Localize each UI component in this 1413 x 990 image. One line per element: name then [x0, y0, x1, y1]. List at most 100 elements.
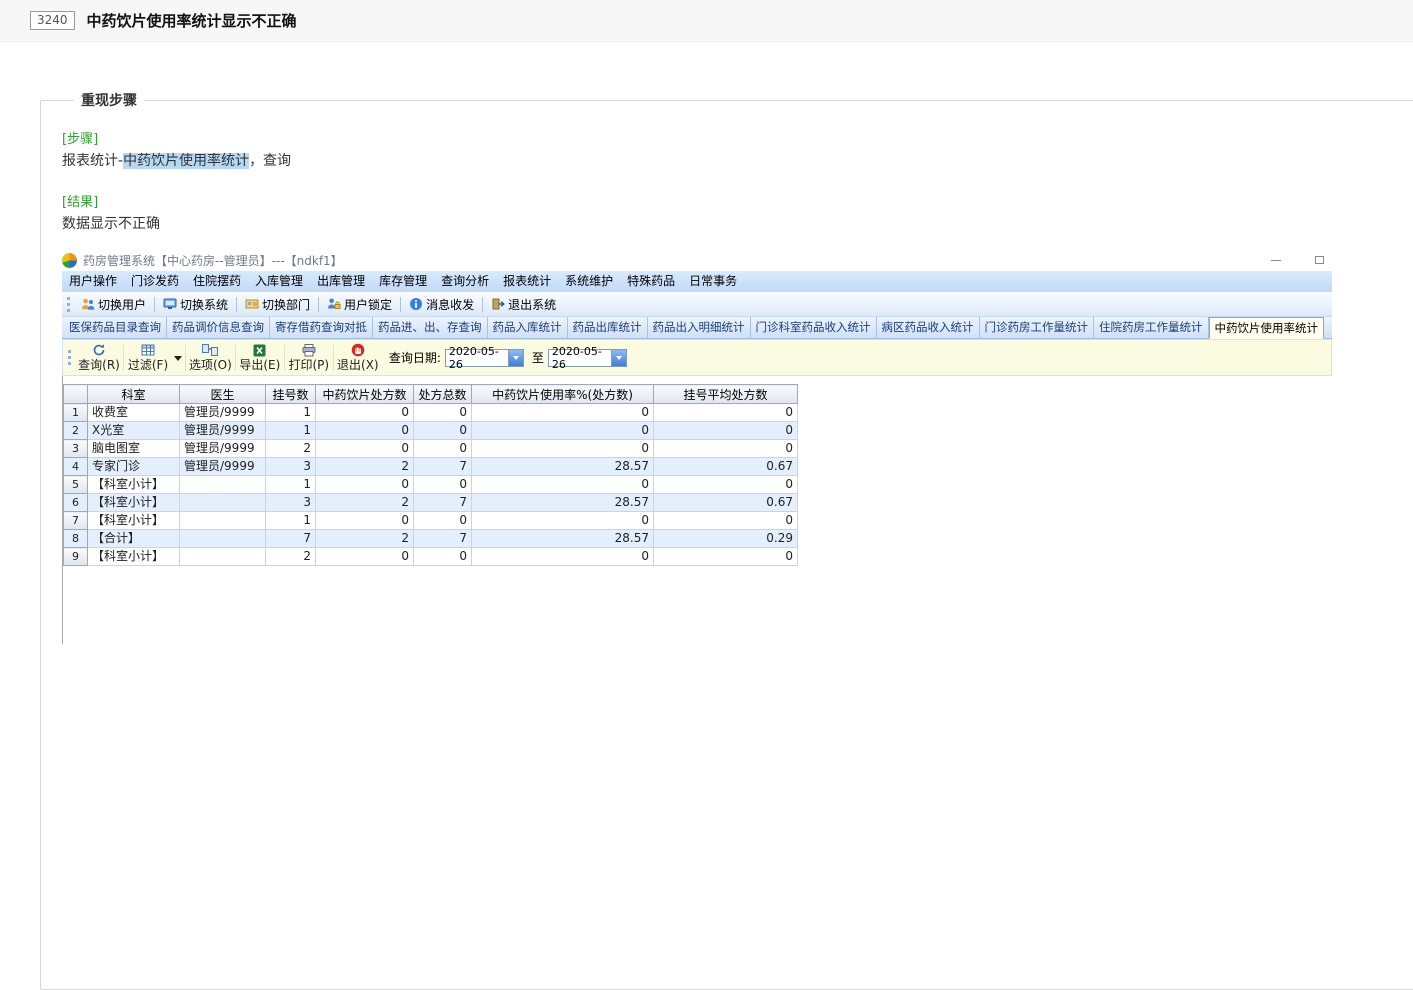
date-to-value: 2020-05-26 [551, 344, 602, 371]
value-cell: 0 [315, 439, 414, 458]
table-row[interactable]: 4 专家门诊 管理员/9999 3 2 7 28.57 0.67 [63, 457, 798, 476]
tab-item[interactable]: 门诊药房工作量统计 [980, 317, 1094, 338]
value-cell: 0 [471, 511, 654, 530]
steps-text-highlight: 中药饮片使用率统计 [123, 153, 250, 169]
main-toolbar-buttons: 切换用户 切换系统 切换部门 用户锁定 消息收发 退出系统 [75, 294, 562, 315]
maximize-icon[interactable] [1315, 256, 1324, 264]
value-cell: 0 [653, 475, 798, 494]
menu-item[interactable]: 特殊药品 [620, 271, 682, 292]
value-cell: 0 [315, 403, 414, 422]
menu-item[interactable]: 出库管理 [310, 271, 372, 292]
tab-item[interactable]: 药品入库统计 [488, 317, 568, 338]
menu-item[interactable]: 查询分析 [434, 271, 496, 292]
toolbar-button[interactable]: 切换用户 [75, 294, 152, 315]
column-header[interactable]: 科室 [87, 384, 180, 404]
dept-cell: 【科室小计】 [87, 511, 180, 530]
minimize-icon[interactable] [1271, 259, 1281, 261]
value-cell: 0.67 [653, 493, 798, 512]
table-row[interactable]: 8 【合计】 7 2 7 28.57 0.29 [63, 529, 798, 548]
menu-item[interactable]: 门诊发药 [124, 271, 186, 292]
menu-item[interactable]: 日常事务 [682, 271, 744, 292]
date-from-dropdown-icon[interactable] [507, 349, 523, 366]
sub-toolbar-separator [123, 344, 124, 371]
sub-toolbar-separator [332, 344, 334, 371]
tab-item[interactable]: 门诊科室药品收入统计 [751, 317, 877, 338]
column-header[interactable]: 挂号平均处方数 [653, 384, 798, 404]
table-row[interactable]: 2 X光室 管理员/9999 1 0 0 0 0 [63, 421, 798, 440]
dept-cell: 收费室 [87, 403, 180, 422]
value-cell: 7 [413, 457, 472, 476]
toolbar-button-label: 用户锁定 [344, 297, 393, 312]
table-row[interactable]: 5 【科室小计】 1 0 0 0 0 [63, 475, 798, 494]
value-cell: 7 [265, 529, 316, 548]
filter-grid-icon [141, 343, 155, 357]
switch-system-icon [163, 297, 177, 311]
value-cell: 0 [315, 475, 414, 494]
column-header[interactable]: 处方总数 [413, 384, 472, 404]
toolbar-button[interactable]: 切换系统 [157, 294, 234, 315]
tab-active[interactable]: 中药饮片使用率统计 [1208, 317, 1324, 339]
column-header[interactable]: 医生 [179, 384, 266, 404]
value-cell: 0 [471, 403, 654, 422]
table-row[interactable]: 1 收费室 管理员/9999 1 0 0 0 0 [63, 403, 798, 422]
sub-toolbar-separator [234, 344, 236, 371]
sub-toolbar-button-label: 退出(X) [337, 358, 379, 372]
column-header[interactable]: 挂号数 [265, 384, 316, 404]
row-number-cell: 5 [63, 475, 88, 494]
table-row[interactable]: 7 【科室小计】 1 0 0 0 0 [63, 511, 798, 530]
table-row[interactable]: 6 【科室小计】 3 2 7 28.57 0.67 [63, 493, 798, 512]
toolbar-button[interactable]: 退出系统 [485, 294, 562, 315]
table-row[interactable]: 9 【科室小计】 2 0 0 0 0 [63, 547, 798, 566]
column-header[interactable]: 中药饮片使用率%(处方数) [471, 384, 654, 404]
sub-toolbar-button[interactable]: 导出(E) [237, 341, 283, 375]
dept-cell: 脑电图室 [87, 439, 180, 458]
menu-item[interactable]: 报表统计 [496, 271, 558, 292]
toolbar-button-label: 切换部门 [262, 297, 311, 312]
tab-item[interactable]: 药品出库统计 [568, 317, 648, 338]
sub-toolbar-button[interactable]: 查询(R) [76, 341, 122, 375]
page-title: 中药饮片使用率统计显示不正确 [86, 12, 297, 30]
dept-cell: 【科室小计】 [87, 475, 180, 494]
tab-item[interactable]: 住院药房工作量统计 [1094, 317, 1209, 338]
menu-item[interactable]: 系统维护 [558, 271, 620, 292]
sub-toolbar-button[interactable]: 退出(X) [335, 341, 381, 375]
tab-item[interactable]: 药品出入明细统计 [648, 317, 751, 338]
tab-item[interactable]: 药品调价信息查询 [167, 317, 270, 338]
menu-item[interactable]: 入库管理 [248, 271, 310, 292]
value-cell: 0 [471, 475, 654, 494]
value-cell: 0 [413, 421, 472, 440]
date-from-combo[interactable]: 2020-05-26 [444, 345, 524, 371]
dept-cell: 【科室小计】 [87, 547, 180, 566]
date-to-combo[interactable]: 2020-05-26 [547, 345, 627, 371]
sub-toolbar-button[interactable]: 打印(P) [286, 341, 332, 375]
value-cell: 0 [653, 511, 798, 530]
doctor-cell [179, 475, 266, 494]
doctor-cell [179, 511, 266, 530]
menu-item[interactable]: 用户操作 [62, 271, 124, 292]
toolbar-separator [482, 296, 484, 312]
sub-toolbar-buttons: 查询(R) 过滤(F) 选项(O) 导出(E) 打印(P) 退出(X) [76, 341, 381, 375]
filter-dropdown-icon[interactable] [171, 341, 184, 375]
table-row[interactable]: 3 脑电图室 管理员/9999 2 0 0 0 0 [63, 439, 798, 458]
doctor-cell: 管理员/9999 [179, 439, 266, 458]
tab-item[interactable]: 寄存借药查询对抵 [270, 317, 373, 338]
row-number-cell: 2 [63, 421, 88, 440]
sub-toolbar-button[interactable]: 过滤(F) [125, 341, 171, 375]
toolbar-button[interactable]: 消息收发 [403, 294, 480, 315]
menu-item[interactable]: 住院摆药 [186, 271, 248, 292]
doctor-cell [179, 493, 266, 512]
sub-toolbar-button[interactable]: 选项(O) [187, 341, 234, 375]
tab-item[interactable]: 病区药品收入统计 [877, 317, 980, 338]
column-header[interactable]: 中药饮片处方数 [315, 384, 414, 404]
value-cell: 3 [265, 457, 316, 476]
menu-item[interactable]: 库存管理 [372, 271, 434, 292]
toolbar-button[interactable]: 用户锁定 [321, 294, 398, 315]
value-cell: 7 [413, 493, 472, 512]
toolbar-button[interactable]: 切换部门 [239, 294, 316, 315]
tab-item[interactable]: 医保药品目录查询 [64, 317, 167, 338]
toolbar-button-label: 消息收发 [426, 297, 475, 312]
tab-item[interactable]: 药品进、出、存查询 [373, 317, 488, 338]
app-client-area: 科室 医生 挂号数 中药饮片处方数 处方总数 中药饮片使用率%(处方数) 挂号平均处方数 1… [62, 376, 1332, 644]
value-cell: 0 [471, 439, 654, 458]
date-to-dropdown-icon[interactable] [610, 349, 626, 366]
